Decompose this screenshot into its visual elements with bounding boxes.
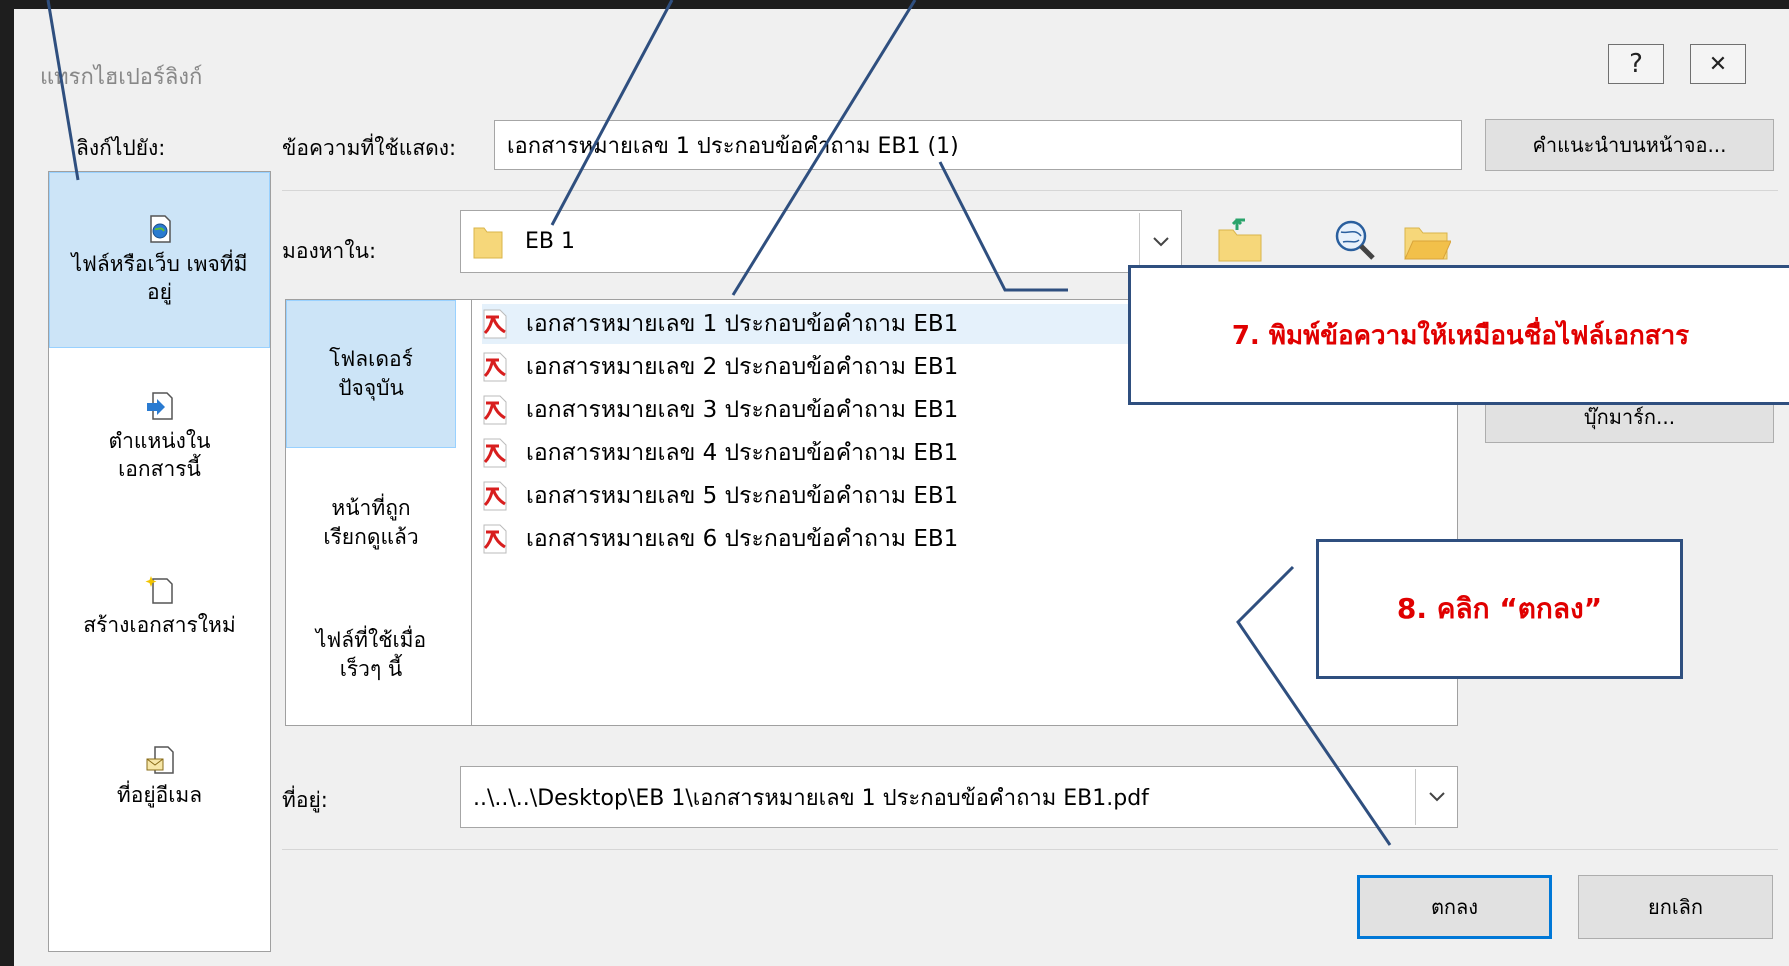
step8-text: 8. คลิก “ตกลง” xyxy=(1396,592,1603,625)
step7-text: 7. พิมพ์ข้อความให้เหมือนชื่อไฟล์เอกสาร xyxy=(1231,320,1690,351)
annotation-lines xyxy=(46,0,1392,846)
annotation-line xyxy=(46,0,80,181)
annotation-line xyxy=(938,161,1068,292)
annotation-line xyxy=(550,0,674,226)
step8-callout: 8. คลิก “ตกลง” xyxy=(1316,539,1683,679)
annotation-line xyxy=(731,0,917,296)
step7-callout: 7. พิมพ์ข้อความให้เหมือนชื่อไฟล์เอกสาร xyxy=(1128,265,1789,405)
